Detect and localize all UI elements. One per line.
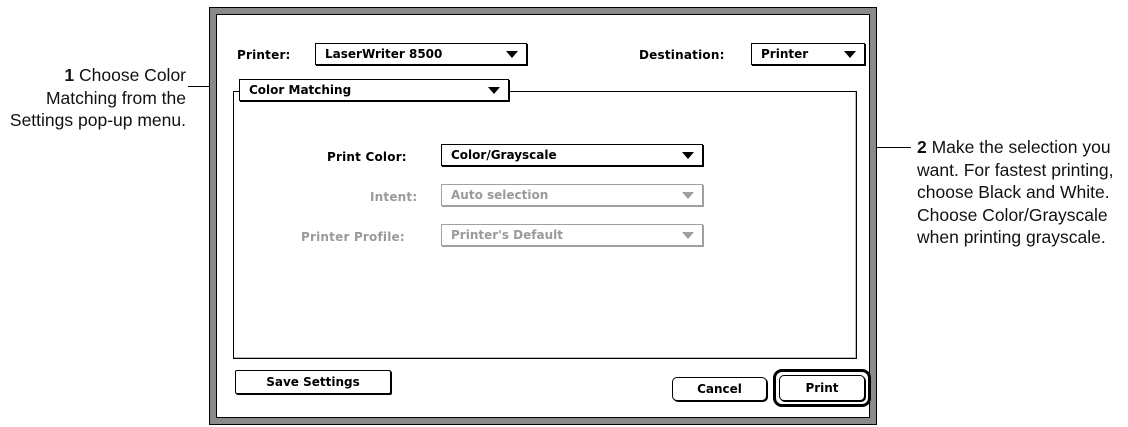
printer-profile-popup[interactable]: Printer's Default [441,224,703,246]
callout-step-2: 2 Make the selection you want. For faste… [917,136,1128,249]
callout-step-1: 1 Choose Color Matching from the Setting… [0,64,186,132]
print-dialog-body: Printer: LaserWriter 8500 Destination: P… [216,14,871,418]
triangle-down-icon [682,152,694,159]
printer-label: Printer: [237,48,291,62]
destination-popup-value: Printer [761,47,809,61]
print-dialog: Printer: LaserWriter 8500 Destination: P… [209,7,877,425]
cancel-button[interactable]: Cancel [672,377,767,401]
print-color-label: Print Color: [327,150,407,164]
print-button[interactable]: Print [779,375,865,401]
printer-popup-value: LaserWriter 8500 [325,47,443,61]
callout-step-1-text: Choose Color Matching from the Settings … [9,65,186,130]
settings-popup-value: Color Matching [249,83,352,97]
save-settings-button[interactable]: Save Settings [235,370,391,394]
cancel-button-label: Cancel [697,382,742,396]
callout-step-2-text: Make the selection you want. For fastest… [917,137,1114,247]
intent-popup[interactable]: Auto selection [441,184,703,206]
printer-profile-popup-value: Printer's Default [451,228,563,242]
intent-label: Intent: [370,190,418,204]
intent-popup-value: Auto selection [451,188,549,202]
save-settings-button-label: Save Settings [266,375,360,389]
printer-profile-label: Printer Profile: [301,230,405,244]
triangle-down-icon [682,232,694,239]
callout-step-2-number: 2 [917,137,927,157]
callout-step-1-number: 1 [64,65,75,85]
destination-label: Destination: [639,48,725,62]
settings-popup[interactable]: Color Matching [239,79,509,101]
triangle-down-icon [844,51,856,58]
triangle-down-icon [488,87,500,94]
print-color-popup[interactable]: Color/Grayscale [441,144,703,166]
destination-popup[interactable]: Printer [751,43,865,65]
print-button-label: Print [805,381,839,395]
triangle-down-icon [506,51,518,58]
triangle-down-icon [682,192,694,199]
print-color-popup-value: Color/Grayscale [451,148,557,162]
printer-popup[interactable]: LaserWriter 8500 [315,43,527,65]
